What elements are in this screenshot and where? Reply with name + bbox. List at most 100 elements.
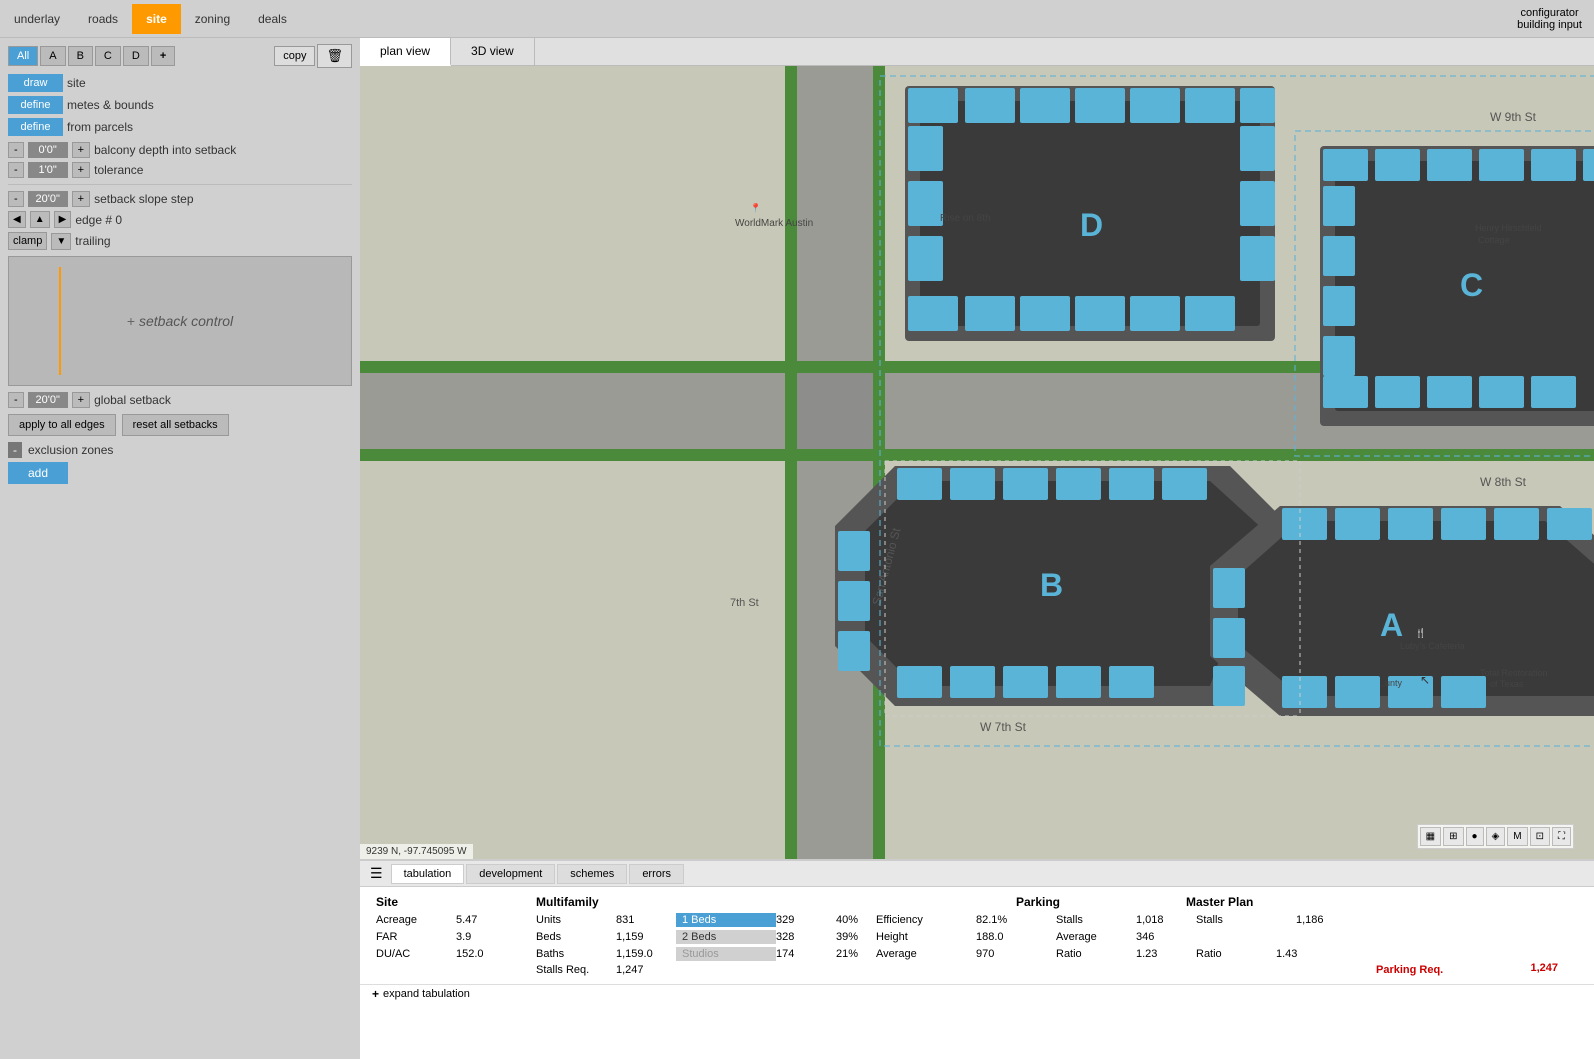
tab-errors[interactable]: errors (629, 864, 684, 884)
copy-button[interactable]: copy (274, 46, 315, 66)
svg-text:Rise on 8th: Rise on 8th (940, 213, 991, 224)
trailing-label: trailing (75, 234, 110, 248)
site-header: Site (376, 895, 536, 909)
studios-value: 174 (776, 948, 836, 960)
define-parcels-button[interactable]: define (8, 118, 63, 136)
slope-value: 20'0" (28, 191, 68, 207)
arrow-left[interactable]: ◀ (8, 211, 26, 228)
map-ctrl-layers[interactable]: ⊞ (1443, 827, 1463, 846)
hamburger-icon[interactable]: ☰ (364, 863, 389, 884)
average-label: Average (876, 948, 976, 960)
define-metes-button[interactable]: define (8, 96, 63, 114)
average-value: 970 (976, 948, 1056, 960)
master-stalls-value: 1,186 (1296, 914, 1376, 926)
stalls-value: 1,018 (1136, 914, 1196, 926)
map-ctrl-cube[interactable]: ◈ (1486, 827, 1506, 846)
metes-bounds-label: metes & bounds (67, 98, 154, 112)
add-tab-button[interactable]: + (151, 46, 175, 66)
stalls-req-label: Stalls Req. (536, 964, 616, 976)
setback-control-label: setback control (139, 313, 233, 329)
svg-text:B: B (1040, 567, 1063, 603)
arrow-right[interactable]: ▶ (54, 211, 72, 228)
svg-text:W 8th St: W 8th St (1480, 475, 1527, 489)
height-value: 188.0 (976, 931, 1056, 943)
svg-text:↖: ↖ (1420, 673, 1430, 687)
global-value: 20'0" (28, 392, 68, 408)
arrow-up[interactable]: ▲ (30, 211, 50, 228)
map-ctrl-fullscreen[interactable]: ⛶ (1552, 827, 1571, 846)
master-plan-header: Master Plan (1156, 895, 1356, 909)
slope-minus[interactable]: - (8, 191, 24, 207)
svg-text:A: A (1380, 607, 1403, 643)
far-value: 3.9 (456, 931, 536, 943)
tab-3d-view[interactable]: 3D view (451, 38, 535, 65)
efficiency-value: 82.1% (976, 914, 1056, 926)
svg-text:of Texas: of Texas (1490, 679, 1524, 689)
tab-plan-view[interactable]: plan view (360, 38, 451, 66)
tab-schemes[interactable]: schemes (557, 864, 627, 884)
map-controls[interactable]: ▦ ⊞ ● ◈ M ⊡ ⛶ (1417, 824, 1574, 849)
tolerance-label: tolerance (94, 163, 143, 177)
balcony-plus[interactable]: + (72, 142, 90, 158)
nav-item-zoning[interactable]: zoning (181, 4, 244, 34)
expand-label: expand tabulation (383, 988, 470, 1000)
efficiency-label: Efficiency (876, 914, 976, 926)
map-ctrl-scale[interactable]: ⊡ (1530, 827, 1550, 846)
height-label: Height (876, 931, 976, 943)
configurator-label: configurator (1521, 7, 1579, 19)
setback-control-area: + setback control (8, 256, 352, 386)
tab-development[interactable]: development (466, 864, 555, 884)
svg-text:7th St: 7th St (730, 597, 759, 609)
multifamily-header: Multifamily (536, 895, 796, 909)
parking-average-label: Average (1056, 931, 1136, 943)
tab-b[interactable]: B (68, 46, 93, 66)
tab-c[interactable]: C (95, 46, 121, 66)
nav-item-roads[interactable]: roads (74, 4, 132, 34)
tab-d[interactable]: D (123, 46, 149, 66)
master-stalls-label: Stalls (1196, 914, 1296, 926)
duac-value: 152.0 (456, 948, 536, 960)
add-exclusion-button[interactable]: add (8, 462, 68, 484)
balcony-minus[interactable]: - (8, 142, 24, 158)
tolerance-plus[interactable]: + (72, 162, 90, 178)
studios-btn[interactable]: Studios (676, 947, 776, 961)
global-minus[interactable]: - (8, 392, 24, 408)
svg-text:🍴: 🍴 (1415, 627, 1426, 639)
ratio-label: Ratio (1056, 948, 1136, 960)
nav-item-site[interactable]: site (132, 4, 181, 34)
tab-a[interactable]: A (40, 46, 65, 66)
units-label: Units (536, 914, 616, 926)
exclusion-label: exclusion zones (28, 443, 113, 457)
tab-all[interactable]: All (8, 46, 38, 66)
nav-item-deals[interactable]: deals (244, 4, 301, 34)
tolerance-minus[interactable]: - (8, 162, 24, 178)
svg-text:C: C (1460, 267, 1483, 303)
map-ctrl-grid[interactable]: ▦ (1420, 827, 1441, 846)
acreage-label: Acreage (376, 914, 456, 926)
nav-item-underlay[interactable]: underlay (0, 4, 74, 34)
exclusion-minus[interactable]: - (8, 442, 22, 458)
2beds-btn[interactable]: 2 Beds (676, 930, 776, 944)
global-plus[interactable]: + (72, 392, 90, 408)
draw-button[interactable]: draw (8, 74, 63, 92)
building-input-label: building input (1517, 19, 1582, 31)
map-ctrl-m[interactable]: M (1507, 827, 1527, 846)
master-ratio-value: 1.43 (1276, 948, 1356, 960)
units-value: 831 (616, 914, 676, 926)
map-ctrl-circle[interactable]: ● (1466, 827, 1484, 846)
1beds-badge[interactable]: 1 Beds (676, 913, 776, 927)
global-setback-label: global setback (94, 393, 171, 407)
slope-plus[interactable]: + (72, 191, 90, 207)
delete-button[interactable]: 🗑 (317, 44, 352, 68)
clamp-arrow[interactable]: ▼ (51, 233, 71, 250)
expand-plus-icon[interactable]: + (372, 987, 379, 1001)
clamp-select[interactable]: clamp (8, 232, 47, 250)
svg-text:Cottage: Cottage (1478, 235, 1510, 245)
tab-tabulation[interactable]: tabulation (391, 864, 465, 884)
2beds-value: 328 (776, 931, 836, 943)
2beds-pct: 39% (836, 931, 876, 943)
apply-all-edges-button[interactable]: apply to all edges (8, 414, 116, 436)
acreage-value: 5.47 (456, 914, 536, 926)
1beds-value: 329 (776, 914, 836, 926)
reset-setbacks-button[interactable]: reset all setbacks (122, 414, 229, 436)
